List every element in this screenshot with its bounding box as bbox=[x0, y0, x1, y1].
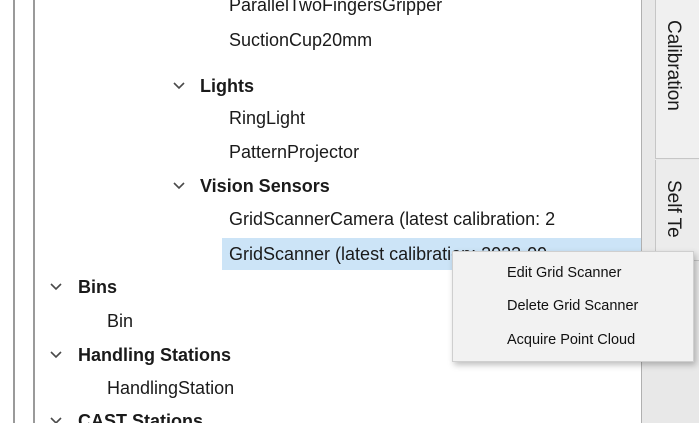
left-panel-border bbox=[0, 0, 36, 423]
tab-self-test[interactable]: Self Te bbox=[655, 160, 699, 261]
context-menu: Edit Grid Scanner Delete Grid Scanner Ac… bbox=[452, 251, 694, 362]
chevron-down-icon[interactable] bbox=[173, 171, 187, 201]
menu-item-delete-grid-scanner[interactable]: Delete Grid Scanner bbox=[507, 291, 638, 321]
menu-item-edit-grid-scanner[interactable]: Edit Grid Scanner bbox=[507, 258, 621, 288]
tree-frame-line bbox=[33, 0, 35, 423]
chevron-down-icon[interactable] bbox=[173, 71, 187, 101]
left-frame-line bbox=[13, 0, 15, 423]
chevron-down-icon[interactable] bbox=[50, 340, 64, 370]
chevron-down-icon[interactable] bbox=[50, 406, 64, 423]
tab-calibration[interactable]: Calibration bbox=[655, 0, 699, 159]
menu-item-acquire-point-cloud[interactable]: Acquire Point Cloud bbox=[507, 325, 635, 355]
chevron-down-icon[interactable] bbox=[50, 272, 64, 302]
